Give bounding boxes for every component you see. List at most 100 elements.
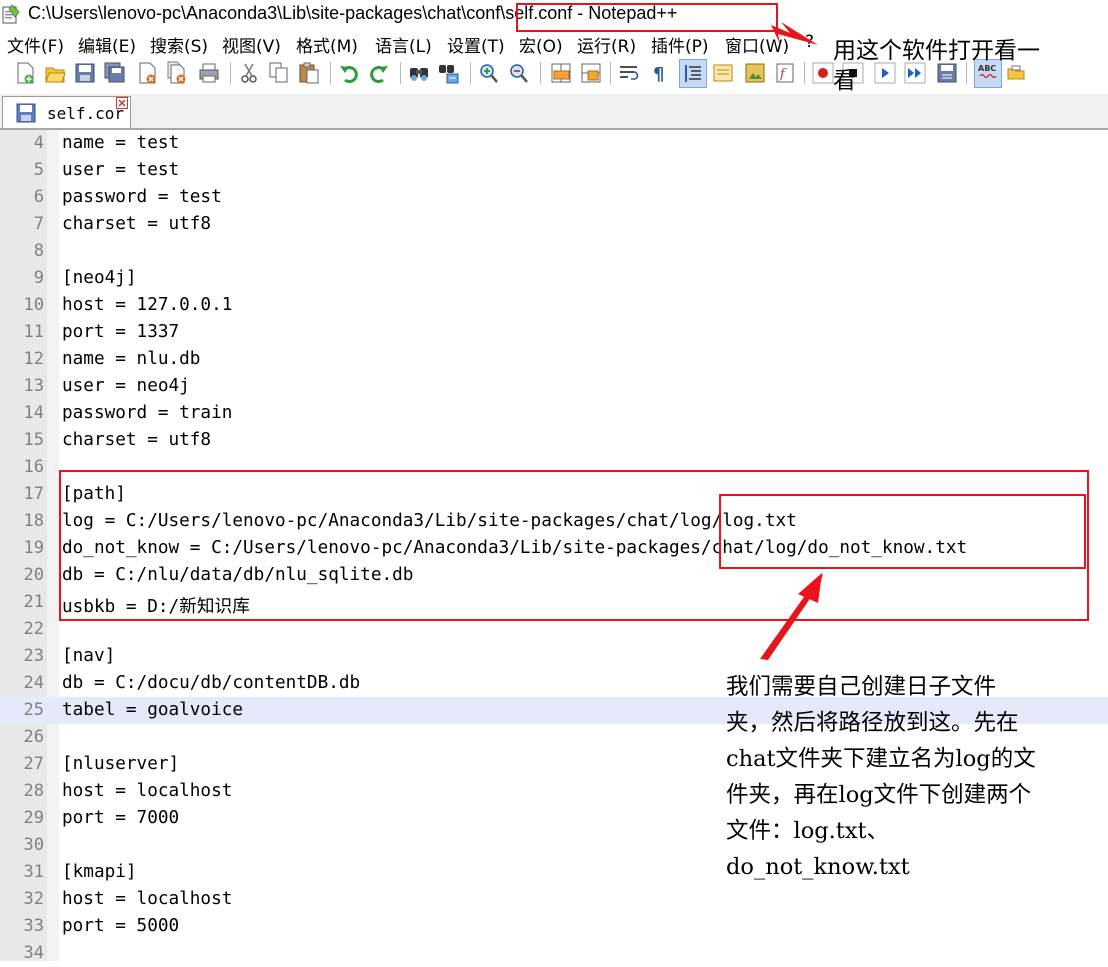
line-text[interactable]: name = test <box>62 133 179 153</box>
zoom-out-icon[interactable] <box>508 61 530 85</box>
line-text[interactable]: host = localhost <box>62 781 232 801</box>
line-number: 34 <box>23 943 44 963</box>
editor-line[interactable]: 32 host = localhost <box>0 886 1108 913</box>
line-text[interactable]: charset = utf8 <box>62 430 211 450</box>
menu-settings[interactable]: 设置(T) <box>447 32 505 57</box>
tab-self-conf[interactable]: self.cor <box>2 96 131 128</box>
save-icon[interactable] <box>74 61 96 85</box>
menu-run[interactable]: 运行(R) <box>577 32 636 57</box>
editor-line[interactable]: 14 password = train <box>0 400 1108 427</box>
line-text[interactable]: password = train <box>62 403 232 423</box>
zoom-in-icon[interactable] <box>478 61 500 85</box>
menu-view[interactable]: 视图(V) <box>222 32 281 57</box>
sync-vertical-icon[interactable] <box>550 61 572 85</box>
editor-line[interactable]: 33 port = 5000 <box>0 913 1108 940</box>
line-text[interactable]: tabel = goalvoice <box>62 700 243 720</box>
paste-icon[interactable] <box>298 61 320 85</box>
line-text[interactable]: port = 7000 <box>62 808 179 828</box>
editor-line[interactable]: 9 [neo4j] <box>0 265 1108 292</box>
saved-file-icon <box>16 103 36 123</box>
menu-search[interactable]: 搜索(S) <box>150 32 208 57</box>
menu-plugins[interactable]: 插件(P) <box>651 32 709 57</box>
bottom-note-line-5: 文件：log.txt、 <box>726 818 890 844</box>
find-icon[interactable] <box>408 61 430 85</box>
editor-line[interactable]: 5 user = test <box>0 157 1108 184</box>
bottom-note-line-6: do_not_know.txt <box>726 854 910 880</box>
line-number: 16 <box>23 457 44 477</box>
menu-edit[interactable]: 编辑(E) <box>78 32 136 57</box>
editor-line[interactable]: 13 user = neo4j <box>0 373 1108 400</box>
line-number: 23 <box>23 646 44 666</box>
line-number: 6 <box>33 187 44 207</box>
line-number: 5 <box>33 160 44 180</box>
sync-horizontal-icon[interactable] <box>580 61 602 85</box>
line-text[interactable]: [nav] <box>62 646 115 666</box>
title-highlight-box <box>516 3 778 32</box>
line-text[interactable]: name = nlu.db <box>62 349 200 369</box>
line-text[interactable]: charset = utf8 <box>62 214 211 234</box>
new-file-icon[interactable] <box>14 61 36 85</box>
menu-language[interactable]: 语言(L) <box>375 32 432 57</box>
editor-line[interactable]: 10 host = 127.0.0.1 <box>0 292 1108 319</box>
editor-line[interactable]: 23 [nav] <box>0 643 1108 670</box>
editor-line[interactable]: 34 <box>0 940 1108 967</box>
menu-file[interactable]: 文件(F) <box>7 32 64 57</box>
indent-guide-icon[interactable] <box>679 59 707 88</box>
undo-icon[interactable] <box>338 61 360 85</box>
line-text[interactable]: [nluserver] <box>62 754 179 774</box>
line-text[interactable]: port = 5000 <box>62 916 179 936</box>
editor-line[interactable]: 7 charset = utf8 <box>0 211 1108 238</box>
editor-line[interactable]: 15 charset = utf8 <box>0 427 1108 454</box>
line-number: 10 <box>23 295 44 315</box>
line-number: 29 <box>23 808 44 828</box>
menu-help[interactable]: ? <box>805 32 814 52</box>
show-all-chars-icon[interactable]: ¶ <box>648 61 670 85</box>
doc-map-icon[interactable] <box>744 61 766 85</box>
line-number: 25 <box>23 700 44 720</box>
replace-icon[interactable] <box>438 61 460 85</box>
record-macro-icon[interactable] <box>812 61 834 85</box>
editor-line[interactable]: 11 port = 1337 <box>0 319 1108 346</box>
word-wrap-icon[interactable] <box>618 61 640 85</box>
tab-close-icon[interactable] <box>116 97 128 109</box>
menu-macro[interactable]: 宏(O) <box>519 32 563 57</box>
line-number: 12 <box>23 349 44 369</box>
line-number: 8 <box>33 241 44 261</box>
print-icon[interactable] <box>198 61 220 85</box>
function-list-icon[interactable]: f <box>774 61 796 85</box>
line-text[interactable]: password = test <box>62 187 222 207</box>
line-text[interactable]: user = neo4j <box>62 376 190 396</box>
line-number: 18 <box>23 511 44 531</box>
close-icon[interactable] <box>136 61 158 85</box>
line-number: 28 <box>23 781 44 801</box>
redo-icon[interactable] <box>368 61 390 85</box>
editor-line[interactable]: 6 password = test <box>0 184 1108 211</box>
line-text[interactable]: user = test <box>62 160 179 180</box>
line-number: 31 <box>23 862 44 882</box>
user-defined-language-icon[interactable] <box>712 61 734 85</box>
menu-format[interactable]: 格式(M) <box>296 32 358 57</box>
line-text[interactable]: port = 1337 <box>62 322 179 342</box>
line-number: 9 <box>33 268 44 288</box>
notepad-plus-plus-app-icon[interactable] <box>2 4 20 24</box>
line-text[interactable]: host = 127.0.0.1 <box>62 295 232 315</box>
open-file-icon[interactable] <box>44 61 66 85</box>
line-number: 32 <box>23 889 44 909</box>
editor-line[interactable]: 8 <box>0 238 1108 265</box>
copy-icon[interactable] <box>268 61 290 85</box>
editor-line[interactable]: 4 name = test <box>0 130 1108 157</box>
line-number: 15 <box>23 430 44 450</box>
save-all-icon[interactable] <box>104 61 126 85</box>
document-tab-bar: self.cor <box>0 94 1108 130</box>
line-text[interactable]: db = C:/docu/db/contentDB.db <box>62 673 360 693</box>
line-text[interactable]: [neo4j] <box>62 268 137 288</box>
top-note-line-1: 用这个软件打开看一 <box>833 38 1040 64</box>
line-number: 19 <box>23 538 44 558</box>
line-text[interactable]: [kmapi] <box>62 862 137 882</box>
menu-window[interactable]: 窗口(W) <box>725 32 789 57</box>
bottom-note-line-1: 我们需要自己创建日子文件 <box>726 674 997 700</box>
line-text[interactable]: host = localhost <box>62 889 232 909</box>
close-all-icon[interactable] <box>166 61 188 85</box>
cut-icon[interactable] <box>238 61 260 85</box>
editor-line[interactable]: 12 name = nlu.db <box>0 346 1108 373</box>
